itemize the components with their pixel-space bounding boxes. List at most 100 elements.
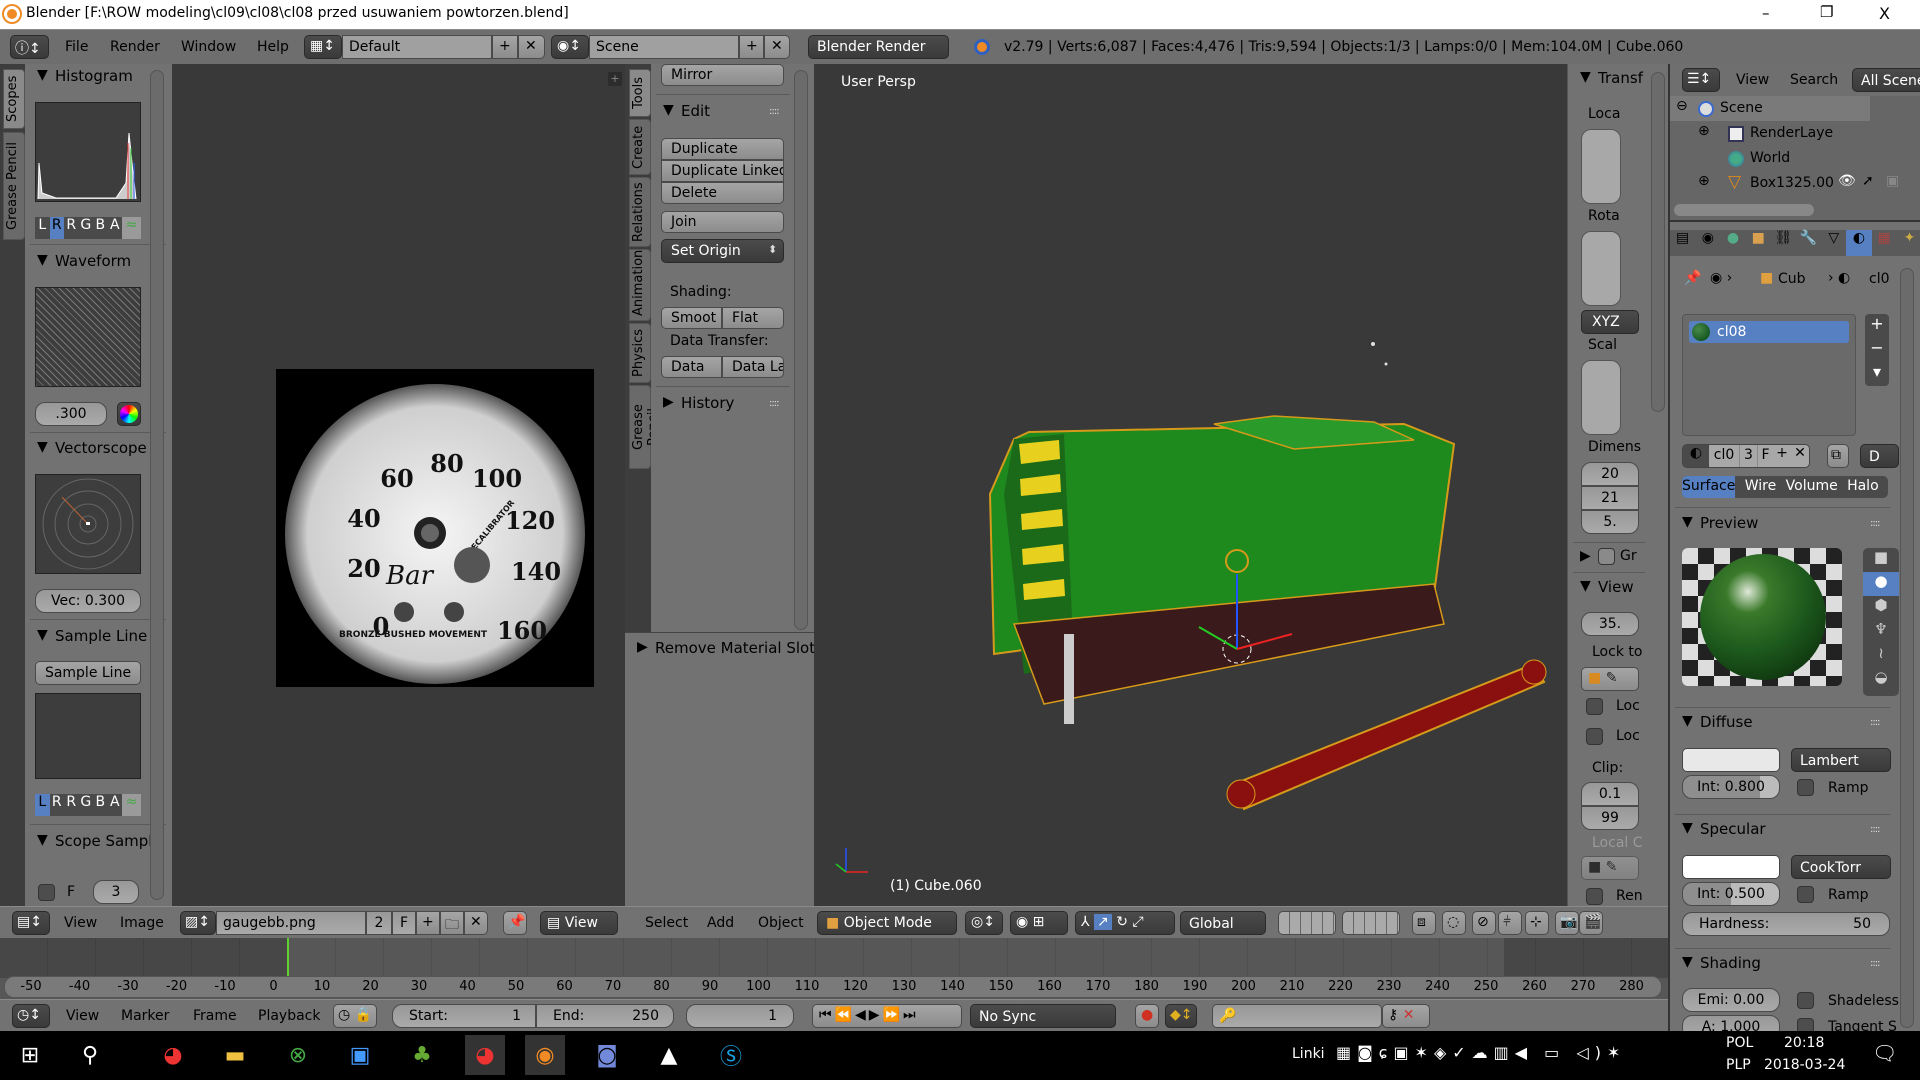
tab-material-icon[interactable]: ◐ [1846,230,1872,256]
lock-cursor-checkbox[interactable] [1586,698,1603,715]
image-name-field[interactable]: gaugebb.png [216,911,366,935]
duplicate-linked-button[interactable]: Duplicate Linked [661,160,784,182]
notifications-icon[interactable]: 🗨 [1872,1041,1897,1065]
preview-cube-icon[interactable]: ⬢ [1863,596,1899,620]
link-dropdown[interactable]: D [1860,444,1899,468]
type-wire[interactable]: Wire [1735,476,1785,498]
manipulator-buttons[interactable]: ⅄ ↗ ↻ ⤢ [1075,911,1175,935]
pivot-point-dropdown[interactable]: ◉ ⊞ [1010,911,1068,935]
renderable-camera-icon[interactable]: ▣ [1886,173,1899,189]
viewport-menu-object[interactable]: Object [758,915,804,931]
specular-panel-header[interactable]: Specular [1700,820,1766,838]
search-icon[interactable]: ⚲ [70,1035,110,1075]
skype-icon[interactable]: Ⓢ [711,1035,751,1075]
photos-icon[interactable]: ▲ [649,1035,689,1075]
keyboard-layout[interactable]: PLP [1726,1057,1751,1073]
tab-relations[interactable]: Relations [629,177,651,247]
timeline-menu-playback[interactable]: Playback [258,1008,320,1024]
tab-animation[interactable]: Animation [629,249,651,321]
viewport-menu-add[interactable]: Add [707,915,734,931]
unlink-image-button[interactable]: ✕ [464,911,488,935]
collapse-icon[interactable]: ▼ [37,627,48,643]
opengl-animation-icon[interactable]: 🎬 [1579,911,1603,935]
expand-icon[interactable]: ▶ [663,394,674,410]
editor-type-button[interactable]: ▤↕ [12,911,50,935]
tab-grease-pencil[interactable]: Grease Pencil [629,385,661,469]
dimension-y-field[interactable]: 21 [1581,486,1639,510]
drag-grip-icon[interactable]: :::: [1870,717,1881,728]
image-menu-image[interactable]: Image [120,915,164,931]
slot-menu-button[interactable]: ▾ [1865,362,1889,386]
curve-icon[interactable]: ≈ [122,217,141,239]
links-toolbar[interactable]: Linki [1292,1046,1325,1062]
type-volume[interactable]: Volume [1786,476,1838,498]
local-camera-field[interactable]: ■ ✎ [1581,856,1639,880]
preview-sphere-icon[interactable]: ● [1863,572,1899,596]
new-material-button[interactable]: + [1773,445,1791,467]
start-button[interactable]: ⊞ [10,1035,50,1075]
expand-toggle-icon[interactable]: ⊕ [1698,123,1710,139]
tab-data-icon[interactable]: ▽ [1821,230,1846,256]
timeline[interactable]: -50 -40 -30 -20 -10 0 10 20 30 40 50 60 70 80 90 100 110… [0,938,1668,999]
layout-selector[interactable]: Default [342,35,492,59]
unlink-material-button[interactable]: ✕ [1791,445,1809,467]
tab-scene-icon[interactable]: ◉ [1695,230,1720,256]
timeline-menu-frame[interactable]: Frame [193,1008,237,1024]
tab-physics[interactable]: Physics [629,323,651,383]
tab-create[interactable]: Create [629,119,651,175]
channel-b[interactable]: B [93,217,108,239]
visibility-eye-icon[interactable]: 👁 [1838,173,1856,189]
transform-header[interactable]: Transf [1598,69,1643,87]
layout-add-button[interactable]: + [492,35,518,59]
diffuse-panel-header[interactable]: Diffuse [1700,713,1753,731]
data-transfer-button[interactable]: Data [661,356,722,378]
clip-start-field[interactable]: 0.1 [1581,782,1639,806]
snap-target-icon[interactable]: ⊹ [1525,911,1549,935]
drag-grip-icon[interactable]: :::: [769,106,780,117]
image-menu-view[interactable]: View [64,915,97,931]
type-surface[interactable]: Surface [1682,476,1736,498]
material-browse-icon[interactable]: ◐ [1683,445,1709,467]
drag-grip-icon[interactable]: :::: [769,398,780,409]
delete-button[interactable]: Delete [661,182,784,204]
outliner-hscrollbar[interactable] [1674,204,1814,216]
vectorscope-header[interactable]: Vectorscope [55,439,147,457]
history-panel-header[interactable]: History [681,394,734,412]
lens-field[interactable]: 35. [1581,612,1639,636]
tab-grease-pencil[interactable]: Grease Pencil [3,132,25,240]
hardness-field[interactable]: Hardness: 50 [1682,912,1890,936]
outliner-filter-dropdown[interactable]: All Scenes [1852,68,1920,92]
channel-a[interactable]: A [107,794,123,816]
sync-mode-dropdown[interactable]: No Sync [970,1004,1116,1028]
join-button[interactable]: Join [661,211,784,233]
preview-plane-icon[interactable]: ■ [1863,548,1899,572]
timeline-menu-view[interactable]: View [66,1008,99,1024]
3d-viewport[interactable]: User Persp (1) Cube.060 [814,64,1567,906]
layers-grid-1[interactable] [1278,911,1336,935]
collapse-icon[interactable]: ▼ [1580,578,1591,594]
sample-line-button[interactable]: Sample Line [35,661,141,685]
viewport-shading-dropdown[interactable]: ◎↕ [965,911,1003,935]
menu-render[interactable]: Render [110,39,160,55]
tray-icons[interactable]: ▦◙ɕ▣✶◈✓☁▥◀ ▭ ◁)✶ [1336,1043,1626,1062]
drag-grip-icon[interactable]: :::: [1870,958,1881,969]
channel-l[interactable]: L [35,217,50,239]
lock-object-field[interactable]: ■ ✎ [1581,667,1639,691]
collapse-icon[interactable]: ▼ [37,67,48,83]
tab-tools[interactable]: Tools [629,69,651,117]
preview-range-icon[interactable]: ◷ 🔒 [333,1004,377,1028]
duplicate-button[interactable]: Duplicate [661,138,784,160]
view-mode-dropdown[interactable]: ▤ View [540,911,618,935]
image-users-count[interactable]: 2 [366,911,392,935]
timeline-menu-marker[interactable]: Marker [121,1008,169,1024]
editor-type-button[interactable]: ◷↕ [12,1004,50,1028]
pin-image-icon[interactable]: 📌 [503,911,527,935]
drag-grip-icon[interactable]: :::: [1870,518,1881,529]
opengl-render-icon[interactable]: 📷 [1555,911,1579,935]
sample-line-header[interactable]: Sample Line [55,627,147,645]
waveform-opacity-field[interactable]: .300 [35,402,107,426]
edit-panel-header[interactable]: Edit [681,102,710,120]
channel-r[interactable]: R [64,794,79,816]
expand-icon[interactable]: ▶ [637,639,648,655]
playback-controls[interactable]: ⏮⏪◀▶⏩⏭ [812,1004,962,1028]
